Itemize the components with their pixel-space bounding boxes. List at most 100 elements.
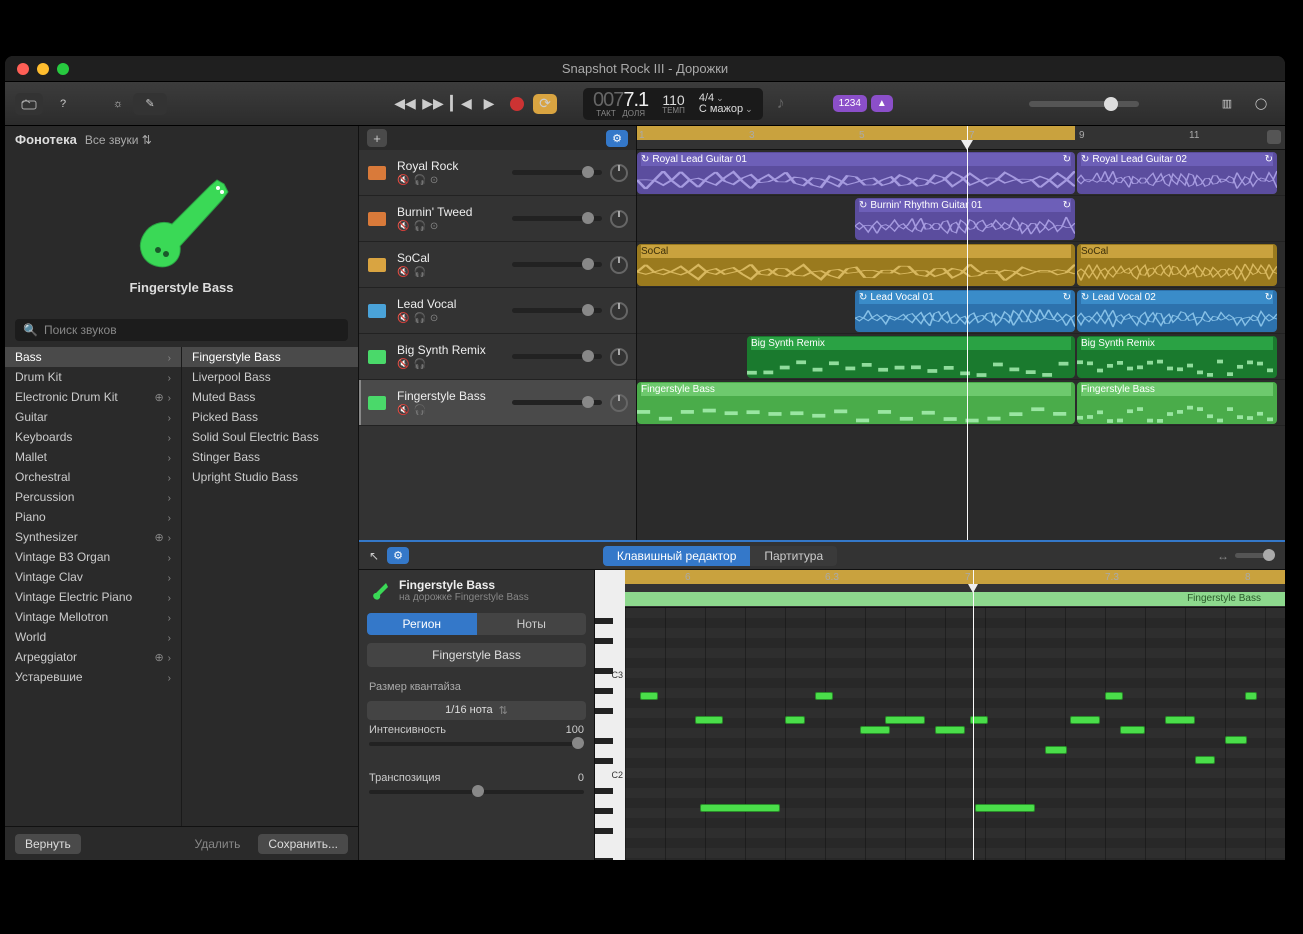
list-item[interactable]: Vintage Electric Piano› [5, 587, 181, 607]
piano-roll-grid[interactable]: 66.377.38 Fingerstyle Bass [625, 570, 1285, 860]
list-item[interactable]: Percussion› [5, 487, 181, 507]
region[interactable]: ↻Lead Vocal 02↻ [1077, 290, 1277, 332]
editor-cycle-region[interactable] [625, 570, 1285, 584]
track-volume-slider[interactable] [512, 308, 602, 313]
midi-note[interactable] [885, 716, 925, 724]
headphones-icon[interactable]: 🎧 [413, 313, 425, 324]
list-item[interactable]: Orchestral› [5, 467, 181, 487]
region[interactable]: Big Synth Remix [1077, 336, 1277, 378]
list-item[interactable]: Muted Bass [182, 387, 358, 407]
strength-slider[interactable] [369, 742, 584, 746]
list-item[interactable]: Liverpool Bass [182, 367, 358, 387]
track-pan-knob[interactable] [610, 348, 628, 366]
track-header[interactable]: SoCal🔇🎧 [359, 242, 636, 288]
list-item[interactable]: Stinger Bass [182, 447, 358, 467]
list-item[interactable]: Solid Soul Electric Bass [182, 427, 358, 447]
list-item[interactable]: Upright Studio Bass [182, 467, 358, 487]
catch-button[interactable] [1267, 130, 1281, 144]
track-lane[interactable]: Big Synth RemixBig Synth Remix [637, 334, 1285, 380]
list-item[interactable]: Picked Bass [182, 407, 358, 427]
forward-button[interactable]: ▶▶ [421, 94, 445, 114]
mute-button[interactable]: 🔇 [397, 221, 409, 232]
save-button[interactable]: Сохранить... [258, 834, 348, 854]
quick-help-button[interactable]: ? [49, 93, 77, 115]
delete-button[interactable]: Удалить [185, 834, 251, 854]
headphones-icon[interactable]: 🎧 [413, 267, 425, 278]
track-pan-knob[interactable] [610, 394, 628, 412]
transpose-slider[interactable] [369, 790, 584, 794]
track-lane[interactable]: ↻Royal Lead Guitar 01↻↻Royal Lead Guitar… [637, 150, 1285, 196]
track-lane[interactable]: ↻Lead Vocal 01↻↻Lead Vocal 02↻ [637, 288, 1285, 334]
tuner-button[interactable]: ♪ [777, 95, 797, 113]
list-item[interactable]: Keyboards› [5, 427, 181, 447]
tracks-timeline[interactable]: 1357911 ↻Royal Lead Guitar 01↻↻Royal Lea… [637, 126, 1285, 540]
list-item[interactable]: Drum Kit› [5, 367, 181, 387]
track-volume-slider[interactable] [512, 170, 602, 175]
region[interactable]: ↻Royal Lead Guitar 01↻ [637, 152, 1075, 194]
cycle-button[interactable]: ⟳ [533, 94, 557, 114]
playhead[interactable] [967, 126, 968, 540]
midi-note[interactable] [1070, 716, 1100, 724]
count-in-button[interactable]: 1234 [833, 95, 867, 112]
track-volume-slider[interactable] [512, 354, 602, 359]
region[interactable]: ↻Royal Lead Guitar 02↻ [1077, 152, 1277, 194]
master-volume-slider[interactable] [1029, 101, 1139, 107]
mute-button[interactable]: 🔇 [397, 267, 409, 278]
pointer-tool[interactable]: ↖ [369, 549, 379, 563]
list-item[interactable]: Arpeggiator⊕› [5, 647, 181, 667]
list-item[interactable]: Fingerstyle Bass [182, 347, 358, 367]
region[interactable]: ↻Lead Vocal 01↻ [855, 290, 1075, 332]
midi-note[interactable] [815, 692, 833, 700]
region-name-field[interactable]: Fingerstyle Bass [367, 643, 586, 667]
list-item[interactable]: Piano› [5, 507, 181, 527]
editors-button[interactable]: ✎ [133, 93, 167, 115]
library-filter-dropdown[interactable]: Все звуки ⇅ [85, 133, 152, 147]
midi-note[interactable] [1245, 692, 1257, 700]
rewind-button[interactable]: ◀◀ [393, 94, 417, 114]
loop-browser-button[interactable]: ◯ [1247, 93, 1275, 115]
midi-note[interactable] [935, 726, 965, 734]
track-lane[interactable]: ↻Burnin' Rhythm Guitar 01↻ [637, 196, 1285, 242]
revert-button[interactable]: Вернуть [15, 834, 81, 854]
mute-button[interactable]: 🔇 [397, 313, 409, 324]
lcd-tempo[interactable]: 110 [662, 93, 684, 107]
region[interactable]: Fingerstyle Bass [1077, 382, 1277, 424]
headphones-icon[interactable]: 🎧 [413, 359, 425, 370]
midi-note[interactable] [1045, 746, 1067, 754]
midi-note[interactable] [695, 716, 723, 724]
list-item[interactable]: Vintage Clav› [5, 567, 181, 587]
search-input[interactable]: 🔍 Поиск звуков [15, 319, 348, 341]
midi-note[interactable] [1105, 692, 1123, 700]
region-tab[interactable]: Регион [367, 613, 477, 635]
mute-button[interactable]: 🔇 [397, 175, 409, 186]
zoom-window-button[interactable] [57, 63, 69, 75]
region[interactable]: ↻Burnin' Rhythm Guitar 01↻ [855, 198, 1075, 240]
cycle-region[interactable] [637, 126, 1075, 140]
list-item[interactable]: Bass› [5, 347, 181, 367]
list-item[interactable]: Mallet› [5, 447, 181, 467]
midi-note[interactable] [1165, 716, 1195, 724]
metronome-button[interactable]: ▲ [871, 95, 893, 112]
midi-note[interactable] [860, 726, 890, 734]
piano-roll-tab[interactable]: Клавишный редактор [603, 546, 751, 566]
input-icon[interactable]: ⊙ [430, 175, 438, 186]
midi-note[interactable] [785, 716, 805, 724]
region[interactable]: SoCal [637, 244, 1075, 286]
track-pan-knob[interactable] [610, 302, 628, 320]
input-icon[interactable]: ⊙ [430, 313, 438, 324]
region[interactable]: SoCal [1077, 244, 1277, 286]
record-button[interactable] [505, 94, 529, 114]
track-header[interactable]: Fingerstyle Bass🔇🎧 [359, 380, 636, 426]
smart-controls-button[interactable]: ☼ [109, 93, 127, 115]
lcd-key[interactable]: С мажор [699, 103, 743, 115]
midi-note[interactable] [1195, 756, 1215, 764]
track-header[interactable]: Lead Vocal🔇🎧⊙ [359, 288, 636, 334]
headphones-icon[interactable]: 🎧 [413, 405, 425, 416]
mute-button[interactable]: 🔇 [397, 405, 409, 416]
headphones-icon[interactable]: 🎧 [413, 175, 425, 186]
library-tab[interactable]: Фонотека [15, 132, 77, 147]
category-list[interactable]: Bass›Drum Kit›Electronic Drum Kit⊕›Guita… [5, 347, 182, 826]
lcd-display[interactable]: 0077.1ТАКТ ДОЛЯ 110ТЕМП 4/4⌄С мажор⌄ [583, 88, 763, 120]
zoom-slider[interactable] [1235, 553, 1275, 558]
midi-note[interactable] [1225, 736, 1247, 744]
